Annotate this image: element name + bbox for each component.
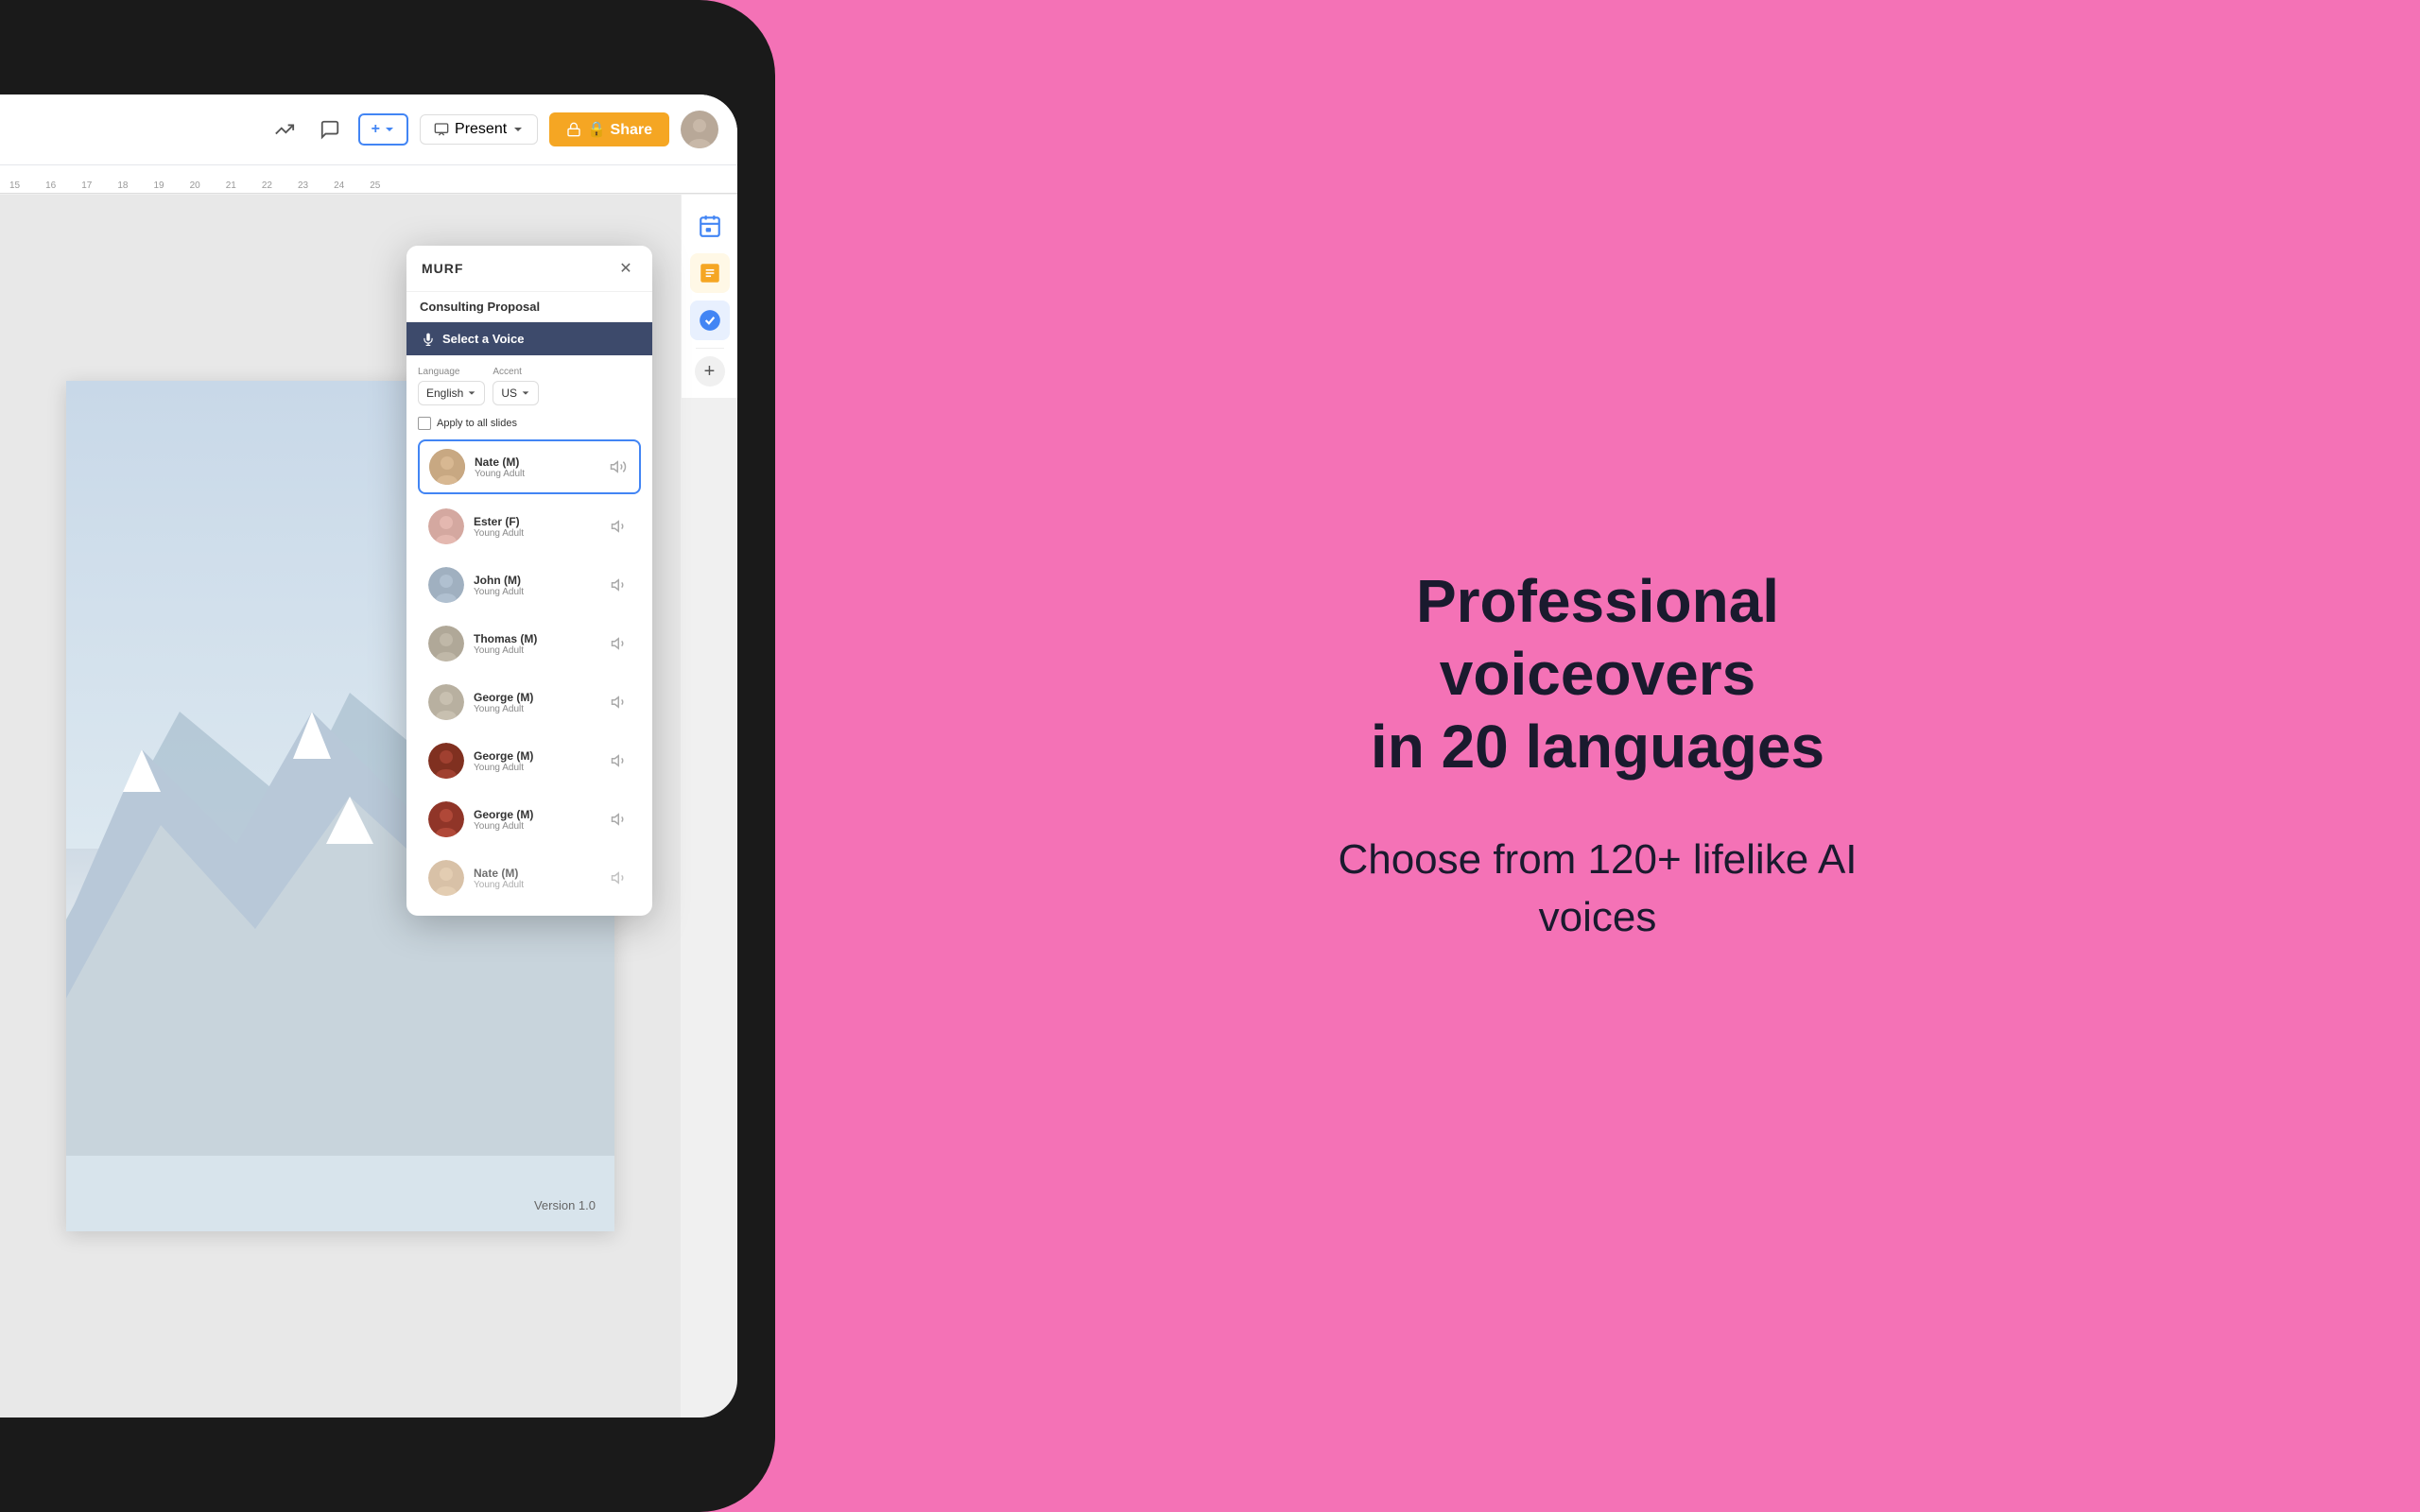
voice-type: Young Adult xyxy=(474,880,598,890)
user-avatar[interactable] xyxy=(681,111,718,148)
voice-item[interactable]: Thomas (M) Young Adult xyxy=(418,617,641,670)
select-voice-label: Select a Voice xyxy=(442,332,524,346)
accent-select[interactable]: US xyxy=(493,381,539,405)
voice-name: Thomas (M) xyxy=(474,632,598,645)
play-icon[interactable] xyxy=(608,691,631,713)
ruler: 1516171819202122232425 xyxy=(0,165,737,194)
toolbar: + Present 🔒 Share xyxy=(0,94,737,165)
present-button[interactable]: Present xyxy=(420,114,538,145)
add-icon: + xyxy=(372,121,380,138)
play-icon[interactable] xyxy=(608,749,631,772)
murf-close-button[interactable]: ✕ xyxy=(614,257,637,280)
voice-avatar xyxy=(428,860,464,896)
voice-type: Young Adult xyxy=(475,469,597,479)
check-icon[interactable] xyxy=(690,301,730,340)
voice-item[interactable]: George (M) Young Adult xyxy=(418,676,641,729)
trend-icon[interactable] xyxy=(268,112,302,146)
voice-type: Young Adult xyxy=(474,763,598,773)
voice-info: Thomas (M) Young Adult xyxy=(474,632,598,656)
sidebar-divider xyxy=(696,348,724,349)
voice-type: Young Adult xyxy=(474,645,598,656)
proposal-title: Consulting Proposal xyxy=(406,292,652,322)
language-select[interactable]: English xyxy=(418,381,485,405)
play-icon[interactable] xyxy=(608,632,631,655)
voice-name: George (M) xyxy=(474,749,598,763)
voice-name: Nate (M) xyxy=(475,455,597,469)
language-label: Language xyxy=(418,367,485,377)
voice-avatar xyxy=(429,449,465,485)
share-label: 🔒 Share xyxy=(587,120,652,139)
murf-body: Language English Accent US xyxy=(406,355,652,916)
voice-name: George (M) xyxy=(474,691,598,704)
hero-title: Professional voiceoversin 20 languages xyxy=(1314,565,1881,782)
voice-avatar xyxy=(428,567,464,603)
version-text: Version 1.0 xyxy=(534,1198,596,1212)
murf-header: MURF ✕ xyxy=(406,246,652,292)
voice-type: Young Adult xyxy=(474,821,598,832)
laptop-screen: + Present 🔒 Share xyxy=(0,94,737,1418)
voice-info: George (M) Young Adult xyxy=(474,691,598,714)
ruler-numbers: 1516171819202122232425 xyxy=(9,180,380,191)
voice-avatar xyxy=(428,684,464,720)
murf-dialog: MURF ✕ Consulting Proposal Select a Voic… xyxy=(406,246,652,916)
voice-list: Nate (M) Young Adult xyxy=(418,439,641,904)
add-button[interactable]: + xyxy=(358,113,408,146)
voice-avatar xyxy=(428,801,464,837)
voice-item[interactable]: Nate (M) Young Adult xyxy=(418,851,641,904)
voice-info: John (M) Young Adult xyxy=(474,574,598,597)
play-icon[interactable] xyxy=(608,867,631,889)
murf-title: MURF xyxy=(422,261,463,276)
voice-avatar xyxy=(428,626,464,662)
voice-name: Nate (M) xyxy=(474,867,598,880)
voice-avatar xyxy=(428,743,464,779)
comment-icon[interactable] xyxy=(313,112,347,146)
hero-section: Professional voiceoversin 20 languages C… xyxy=(775,0,2420,1512)
voice-item[interactable]: Nate (M) Young Adult xyxy=(418,439,641,494)
hero-subtitle: Choose from 120+ lifelike AIvoices xyxy=(1314,831,1881,947)
language-filter: Language English xyxy=(418,367,485,405)
apply-checkbox[interactable]: Apply to all slides xyxy=(418,417,641,430)
voice-name: John (M) xyxy=(474,574,598,587)
accent-label: Accent xyxy=(493,367,539,377)
share-button[interactable]: 🔒 Share xyxy=(549,112,669,146)
sticky-icon[interactable] xyxy=(690,253,730,293)
voice-info: Ester (F) Young Adult xyxy=(474,515,598,539)
laptop-frame: + Present 🔒 Share xyxy=(0,0,775,1512)
accent-filter: Accent US xyxy=(493,367,539,405)
filters: Language English Accent US xyxy=(418,367,641,405)
hero-content: Professional voiceoversin 20 languages C… xyxy=(1314,565,1881,947)
voice-item[interactable]: George (M) Young Adult xyxy=(418,734,641,787)
play-icon[interactable] xyxy=(607,455,630,478)
voice-type: Young Adult xyxy=(474,704,598,714)
voice-info: George (M) Young Adult xyxy=(474,808,598,832)
voice-name: Ester (F) xyxy=(474,515,598,528)
play-icon[interactable] xyxy=(608,808,631,831)
voice-info: Nate (M) Young Adult xyxy=(475,455,597,479)
play-icon[interactable] xyxy=(608,515,631,538)
voice-avatar xyxy=(428,508,464,544)
voice-item[interactable]: John (M) Young Adult xyxy=(418,558,641,611)
add-sidebar-button[interactable]: + xyxy=(695,356,725,387)
checkbox[interactable] xyxy=(418,417,431,430)
voice-info: George (M) Young Adult xyxy=(474,749,598,773)
laptop-mockup: + Present 🔒 Share xyxy=(0,0,775,1512)
play-icon[interactable] xyxy=(608,574,631,596)
voice-type: Young Adult xyxy=(474,587,598,597)
apply-label: Apply to all slides xyxy=(437,418,517,429)
voice-item[interactable]: Ester (F) Young Adult xyxy=(418,500,641,553)
voice-info: Nate (M) Young Adult xyxy=(474,867,598,890)
voice-item[interactable]: George (M) Young Adult xyxy=(418,793,641,846)
voice-type: Young Adult xyxy=(474,528,598,539)
calendar-icon[interactable] xyxy=(690,206,730,246)
murf-subheader: Select a Voice xyxy=(406,322,652,355)
right-sidebar: + xyxy=(681,195,737,398)
voice-name: George (M) xyxy=(474,808,598,821)
